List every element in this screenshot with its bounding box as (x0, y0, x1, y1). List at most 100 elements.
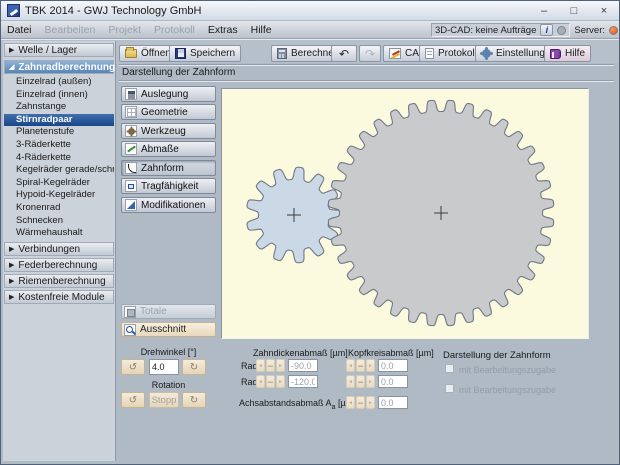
server-led-icon (609, 25, 618, 35)
nav-label: Modifikationen (141, 199, 206, 211)
triangle-collapsed-icon: ▶ (9, 262, 15, 269)
achsabstand-field[interactable] (378, 396, 408, 409)
nav-label: Werkzeug (141, 125, 186, 137)
zahnform-profile-icon (125, 162, 137, 174)
zahndicken-header: Zahndickenabmaß [µm] (253, 348, 348, 358)
minimize-button[interactable]: – (537, 5, 551, 17)
bearbeitungszugabe-checkbox-1 (445, 364, 454, 373)
totale-label: Totale (140, 306, 167, 317)
menu-datei[interactable]: Datei (7, 24, 32, 36)
sidebar-section-welle-lager[interactable]: ▶ Welle / Lager (4, 43, 114, 57)
achsabstand-stepper: ◄ ▬ ► (346, 396, 375, 409)
nav-geometrie-button[interactable]: Geometrie (121, 104, 216, 120)
close-button[interactable]: × (597, 5, 611, 17)
bearbeitungszugabe-label-1: mit Bearbeitungszugabe (459, 365, 557, 375)
stepper-inc-icon: ► (366, 396, 375, 409)
nav-label: Tragfähigkeit (141, 180, 199, 192)
sidebar-item-einzelrad-innen[interactable]: Einzelrad (innen) (4, 89, 114, 102)
stepper-dec-icon: ◄ (346, 359, 355, 372)
sidebar-item-4-raederkette[interactable]: 4-Räderkette (4, 152, 114, 165)
open-folder-icon (125, 47, 137, 58)
rotation-cw-button[interactable]: ↻ (182, 392, 206, 408)
nav-modifikationen-button[interactable]: Modifikationen (121, 197, 216, 213)
abmasse-icon (125, 143, 137, 155)
sidebar-item-kegelraeder[interactable]: Kegelräder gerade/schräg (4, 164, 114, 177)
auslegung-icon (125, 88, 137, 100)
stepper-mid-icon: ▬ (356, 396, 365, 409)
stepper-mid-icon: ▬ (266, 359, 275, 372)
sidebar-item-spiral-kegelraeder[interactable]: Spiral-Kegelräder (4, 177, 114, 190)
sidebar-item-zahnstange[interactable]: Zahnstange (4, 101, 114, 114)
sidebar-section-zahnradberechnung[interactable]: ◢ Zahnradberechnung (4, 60, 116, 74)
sidebar-item-3-raederkette[interactable]: 3-Räderkette (4, 139, 114, 152)
kopfkreis-header: Kopfkreisabmaß [µm] (348, 348, 434, 358)
rad1-kopfkreis-stepper: ◄ ▬ ► (346, 359, 375, 372)
sidebar-section-riemenberechnung[interactable]: ▶ Riemenberechnung (4, 274, 114, 288)
nav-zahnform-button[interactable]: Zahnform (121, 160, 216, 176)
rotate-ccw-icon: ↺ (128, 361, 138, 373)
geometrie-grid-icon (125, 106, 137, 118)
cad-status-box: 3D-CAD: keine Aufträge i (430, 23, 571, 37)
group-divider (119, 64, 614, 66)
rad2-zahndicken-field[interactable] (288, 375, 318, 388)
cad-led-icon (557, 25, 567, 35)
menubar: Datei Bearbeiten Projekt Protokoll Extra… (1, 21, 619, 39)
ausschnitt-button[interactable]: Ausschnitt (121, 322, 216, 337)
drehwinkel-label: Drehwinkel [°] (140, 347, 197, 357)
menu-extras[interactable]: Extras (208, 24, 238, 36)
section-label: Verbindungen (18, 243, 81, 255)
triangle-collapsed-icon: ▶ (9, 294, 15, 301)
section-label: Riemenberechnung (18, 275, 106, 287)
sidebar-section-verbindungen[interactable]: ▶ Verbindungen (4, 242, 114, 256)
nav-abmasse-button[interactable]: Abmaße (121, 141, 216, 157)
undo-button[interactable]: ↶ (331, 45, 357, 62)
triangle-expanded-icon: ◢ (9, 64, 15, 71)
rotation-ccw-button[interactable]: ↺ (121, 392, 145, 408)
gear-canvas[interactable] (221, 88, 589, 339)
sidebar-section-kostenfreie-module[interactable]: ▶ Kostenfreie Module (4, 290, 114, 304)
sidebar-item-hypoid-kegelraeder[interactable]: Hypoid-Kegelräder (4, 189, 114, 202)
stepper-mid-icon: ▬ (356, 359, 365, 372)
protocol-button[interactable]: Protokoll (419, 45, 483, 62)
bearbeitungszugabe-label-2: mit Bearbeitungszugabe (459, 385, 557, 395)
rotate-ccw-button[interactable]: ↺ (121, 359, 145, 375)
section-label: Zahnradberechnung (18, 61, 116, 73)
rad1-kopfkreis-field[interactable] (378, 359, 408, 372)
magnifier-icon (124, 323, 136, 336)
nav-label: Geometrie (141, 106, 188, 118)
document-icon (425, 48, 434, 59)
nav-auslegung-button[interactable]: Auslegung (121, 86, 216, 102)
sidebar-item-waermehaushalt[interactable]: Wärmehaushalt (4, 227, 114, 240)
achs-label-text: Achsabstandsabmaß A (239, 398, 332, 408)
nav-tragfaehigkeit-button[interactable]: Tragfähigkeit (121, 178, 216, 194)
rotate-cw-button[interactable]: ↻ (182, 359, 206, 375)
rad2-kopfkreis-stepper: ◄ ▬ ► (346, 375, 375, 388)
rad1-zahndicken-field[interactable] (288, 359, 318, 372)
rad2-kopfkreis-field[interactable] (378, 375, 408, 388)
triangle-collapsed-icon: ▶ (9, 47, 15, 54)
stopp-button: Stopp (149, 392, 179, 408)
save-button[interactable]: Speichern (169, 45, 242, 62)
sidebar-item-schnecken[interactable]: Schnecken (4, 215, 114, 228)
sidebar-item-stirnradpaar[interactable]: Stirnradpaar (4, 113, 114, 127)
stepper-dec-icon: ◄ (256, 359, 265, 372)
sidebar-section-federberechnung[interactable]: ▶ Federberechnung (4, 258, 114, 272)
drehwinkel-input[interactable] (149, 359, 179, 375)
sidebar-item-kronenrad[interactable]: Kronenrad (4, 202, 114, 215)
help-book-icon (550, 48, 561, 59)
window-controls: – □ × (537, 5, 615, 17)
help-button[interactable]: Hilfe (544, 45, 592, 62)
stepper-mid-icon: ▬ (266, 375, 275, 388)
maximize-button[interactable]: □ (567, 5, 581, 17)
floppy-disk-icon (175, 48, 186, 59)
titlebar: TBK 2014 - GWJ Technology GmbH – □ × (1, 1, 619, 21)
section-label: Kostenfreie Module (18, 291, 105, 303)
info-button[interactable]: i (540, 24, 554, 36)
sidebar-item-planetenstufe[interactable]: Planetenstufe (4, 126, 114, 139)
menu-hilfe[interactable]: Hilfe (251, 24, 272, 36)
sidebar-item-einzelrad-aussen[interactable]: Einzelrad (außen) (4, 76, 114, 89)
werkzeug-gear-icon (125, 125, 137, 137)
triangle-collapsed-icon: ▶ (9, 278, 15, 285)
nav-werkzeug-button[interactable]: Werkzeug (121, 123, 216, 139)
open-label: Öffnen (141, 48, 171, 59)
